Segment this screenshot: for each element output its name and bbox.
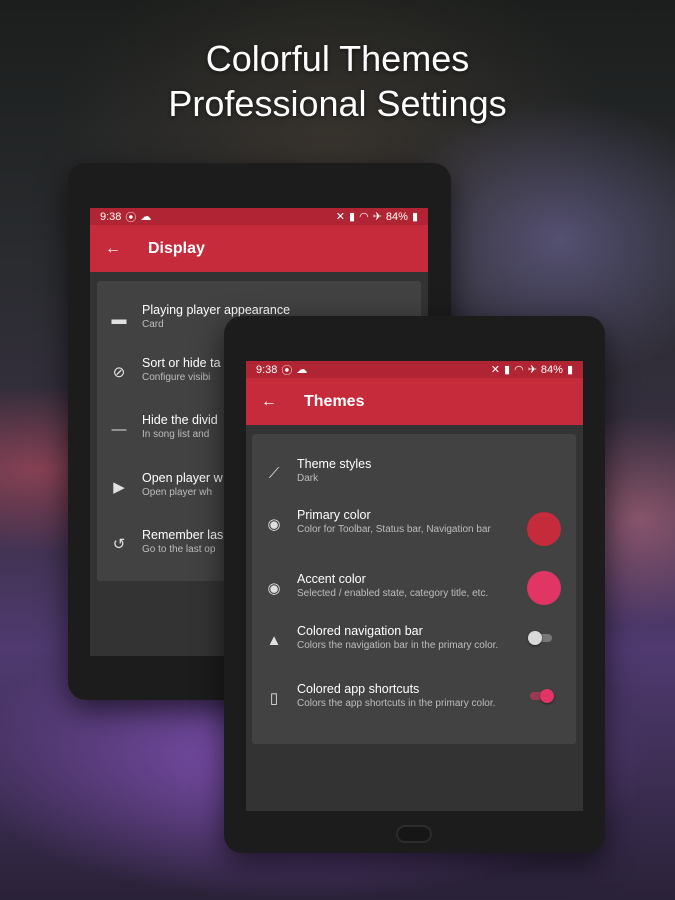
media-status-icon: ⦿ (281, 364, 293, 377)
toolbar: ← Themes (246, 378, 583, 425)
toggle-thumb (528, 631, 542, 645)
headline-line-1: Colorful Themes (205, 38, 470, 79)
colored-app-shortcuts-toggle[interactable] (528, 689, 554, 703)
setting-title: Colored navigation bar (297, 624, 423, 638)
back-arrow-icon[interactable]: ← (261, 393, 304, 411)
airplane-icon: ✈ (527, 364, 537, 376)
toolbar-title: Display (148, 239, 205, 257)
media-status-icon: ⦿ (125, 211, 137, 224)
vibrate-icon: ▮ (504, 364, 511, 376)
wifi-icon: ◠ (359, 211, 369, 223)
eye-off-icon: ⊘ (112, 364, 126, 381)
wifi-icon: ◠ (514, 364, 524, 376)
palette-icon: ◉ (267, 516, 281, 533)
front-tablet: 9:38 ⦿ ☁ ✕ ▮ ◠ ✈ 84% ▮ ← Themes ⟋ Theme … (224, 316, 605, 853)
setting-subtitle: Color for Toolbar, Status bar, Navigatio… (297, 524, 491, 535)
divider-icon: — (111, 421, 127, 438)
settings-card: ⟋ Theme styles Dark ◉ Primary color Colo… (252, 434, 576, 744)
setting-title: Accent color (297, 572, 366, 586)
home-button[interactable] (396, 825, 432, 843)
setting-title: Colored app shortcuts (297, 682, 420, 696)
setting-subtitle: Colors the app shortcuts in the primary … (297, 698, 496, 709)
headline-line-2: Professional Settings (168, 83, 507, 124)
themes-settings-screen: 9:38 ⦿ ☁ ✕ ▮ ◠ ✈ 84% ▮ ← Themes ⟋ Theme … (246, 361, 583, 811)
battery-icon: ▮ (411, 211, 418, 223)
battery-icon: ▮ (566, 364, 573, 376)
toolbar: ← Display (90, 225, 428, 272)
cloud-icon: ☁ (296, 364, 308, 376)
back-arrow-icon[interactable]: ← (105, 240, 148, 258)
setting-subtitle: Dark (297, 473, 319, 484)
headline: Colorful Themes Professional Settings (0, 36, 675, 126)
status-time: 9:38 (256, 363, 278, 376)
history-icon: ↺ (112, 536, 126, 553)
player-appearance-icon: ▬ (111, 311, 127, 328)
battery-percent: 84% (540, 363, 563, 376)
palette-icon: ◉ (267, 580, 281, 597)
status-time: 9:38 (100, 210, 122, 223)
colored-navigation-bar-toggle[interactable] (528, 631, 554, 645)
setting-subtitle: Colors the navigation bar in the primary… (297, 640, 499, 651)
shapes-icon: ▲ (266, 632, 282, 649)
status-bar: 9:38 ⦿ ☁ ✕ ▮ ◠ ✈ 84% ▮ (246, 361, 583, 378)
status-bar: 9:38 ⦿ ☁ ✕ ▮ ◠ ✈ 84% ▮ (90, 208, 428, 225)
brush-icon: ⟋ (268, 465, 280, 482)
cloud-icon: ☁ (140, 211, 152, 223)
setting-subtitle: Selected / enabled state, category title… (297, 588, 489, 599)
setting-title: Primary color (297, 508, 371, 522)
toggle-thumb (540, 689, 554, 703)
battery-percent: 84% (385, 210, 408, 223)
airplane-icon: ✈ (372, 211, 382, 223)
toolbar-title: Themes (304, 392, 365, 410)
play-queue-icon: ▶ (113, 479, 125, 496)
phone-icon: ▯ (269, 690, 279, 707)
mute-icon: ✕ (335, 211, 346, 223)
setting-title: Theme styles (297, 457, 372, 471)
primary-color-swatch[interactable] (527, 512, 561, 546)
mute-icon: ✕ (490, 364, 501, 376)
accent-color-swatch[interactable] (527, 571, 561, 605)
vibrate-icon: ▮ (349, 211, 356, 223)
